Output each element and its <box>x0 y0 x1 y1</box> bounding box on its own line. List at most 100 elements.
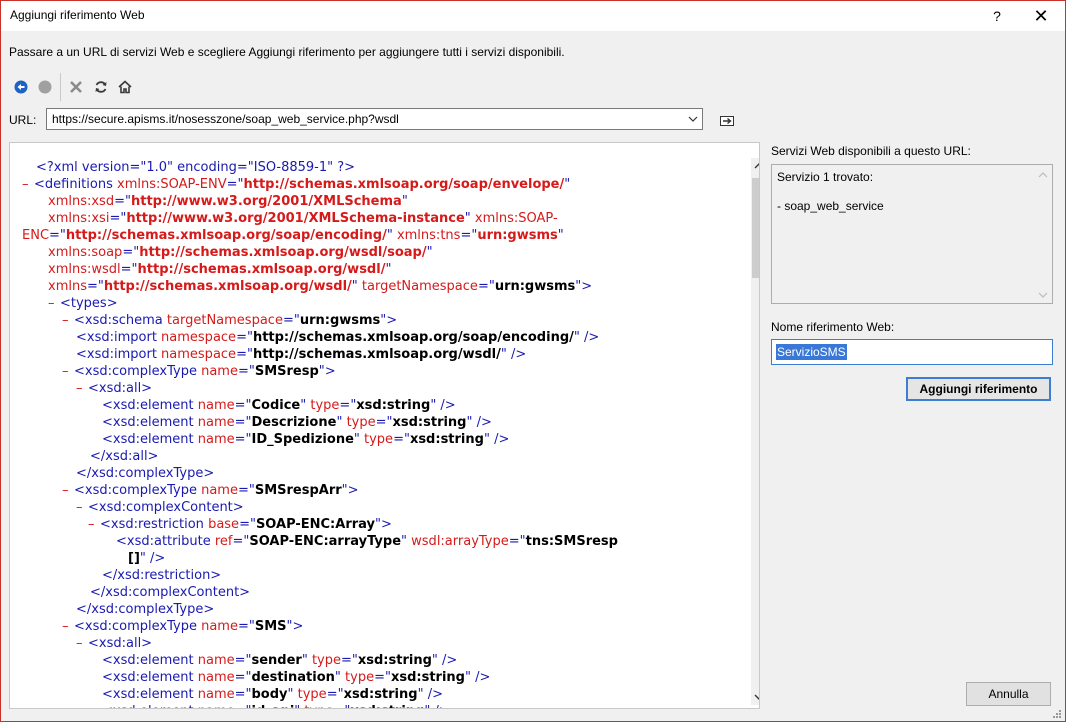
xml-token: type <box>364 432 394 447</box>
collapse-toggle[interactable]: – <box>22 176 34 193</box>
scroll-up-icon[interactable] <box>751 158 759 174</box>
xml-token: xmlns:tns <box>396 228 461 243</box>
collapse-toggle[interactable]: – <box>62 363 74 380</box>
collapse-toggle[interactable]: – <box>62 482 74 499</box>
xml-token: " <box>426 245 433 260</box>
close-button[interactable]: ✕ <box>1021 3 1061 29</box>
scroll-up-icon[interactable] <box>1038 167 1048 181</box>
xml-token: xmlns:SOAP- <box>474 211 558 226</box>
xml-token: </xsd:restriction> <box>102 568 222 583</box>
xml-token: =" <box>333 704 350 708</box>
collapse-toggle[interactable]: – <box>62 312 74 329</box>
xml-line: </xsd:all> <box>10 448 742 465</box>
collapse-toggle[interactable]: – <box>76 635 88 652</box>
xml-token: " /> <box>139 551 166 566</box>
xml-token: http://schemas.xmlsoap.org/soap/envelope… <box>243 177 565 192</box>
chevron-down-icon[interactable] <box>684 109 702 129</box>
xml-line: </xsd:complexType> <box>10 465 742 482</box>
xml-line: – <xsd:schema targetNamespace="urn:gwsms"… <box>10 312 742 329</box>
cancel-button[interactable]: Annulla <box>966 682 1051 706</box>
services-list[interactable]: Servizio 1 trovato: - soap_web_service <box>771 164 1053 304</box>
xml-token: name <box>197 653 235 668</box>
url-label: URL: <box>9 113 37 127</box>
xml-line: <xsd:element name="ID_Spedizione" type="… <box>10 431 742 448</box>
xml-line: </xsd:restriction> <box>10 567 742 584</box>
vertical-scrollbar[interactable] <box>751 158 759 705</box>
collapse-toggle[interactable]: – <box>76 499 88 516</box>
xml-token: " <box>294 704 304 708</box>
collapse-toggle[interactable]: – <box>76 380 88 397</box>
xml-token: <xsd:element <box>102 415 198 430</box>
xml-token: =" <box>508 534 526 549</box>
xml-token: name <box>197 670 235 685</box>
xml-token: =" <box>236 347 253 362</box>
xml-token: xsd:string <box>356 398 431 413</box>
xml-token: =" <box>237 364 255 379</box>
xml-token: =" <box>235 704 252 708</box>
xml-token: =" <box>239 517 256 532</box>
xml-token: " <box>564 177 571 192</box>
xml-token: =" <box>477 279 495 294</box>
url-combobox[interactable]: https://secure.apisms.it/nosesszone/soap… <box>46 108 703 130</box>
xml-token: =" <box>282 313 300 328</box>
services-scrollbar[interactable] <box>1035 165 1052 303</box>
wsdl-preview[interactable]: <?xml version="1.0" encoding="ISO-8859-1… <box>9 142 760 709</box>
xml-token: http://schemas.xmlsoap.org/wsdl/ <box>103 279 352 294</box>
xml-token: xmlns:wsdl <box>48 262 121 277</box>
scroll-down-icon[interactable] <box>751 689 759 705</box>
back-icon[interactable] <box>9 73 33 101</box>
dialog-window: Aggiungi riferimento Web ? ✕ Passare a u… <box>0 0 1066 722</box>
cancel-icon[interactable] <box>64 73 88 101</box>
xml-line: ENC="http://schemas.xmlsoap.org/soap/enc… <box>10 227 742 244</box>
collapse-toggle[interactable]: – <box>48 295 60 312</box>
xml-token: ref <box>214 534 233 549</box>
xml-token: type <box>304 704 333 708</box>
xml-token: "> <box>341 483 359 498</box>
xml-token: " /> <box>417 687 443 702</box>
xml-token: " <box>287 687 298 702</box>
xml-token: </xsd:complexType> <box>76 602 215 617</box>
xml-token: " /> <box>500 347 527 362</box>
reference-name-input[interactable]: ServizioSMS <box>771 339 1053 365</box>
refresh-icon[interactable] <box>89 73 113 101</box>
add-reference-button[interactable]: Aggiungi riferimento <box>906 377 1051 401</box>
scroll-down-icon[interactable] <box>1038 287 1048 301</box>
go-arrow-icon[interactable] <box>717 113 737 129</box>
xml-token: </xsd:all> <box>90 449 159 464</box>
xml-line: xmlns="http://schemas.xmlsoap.org/wsdl/"… <box>10 278 742 295</box>
xml-token: "> <box>575 279 593 294</box>
stop-icon[interactable] <box>33 73 57 101</box>
help-button[interactable]: ? <box>984 3 1010 29</box>
xml-token: =" <box>374 670 391 685</box>
url-input[interactable]: https://secure.apisms.it/nosesszone/soap… <box>52 112 399 126</box>
xml-token: ENC <box>22 228 50 243</box>
xml-line: <xsd:element name="id_api" type="xsd:str… <box>10 703 742 708</box>
xml-token: namespace <box>161 347 237 362</box>
collapse-toggle[interactable]: – <box>62 618 74 635</box>
xml-token: name <box>198 704 235 708</box>
home-icon[interactable] <box>113 73 137 101</box>
xml-token: " /> <box>483 432 510 447</box>
xml-line: <xsd:import namespace="http://schemas.xm… <box>10 329 742 346</box>
xml-token: name <box>197 687 235 702</box>
xml-token: SMSrespArr <box>254 483 342 498</box>
xml-token: SMSresp <box>254 364 319 379</box>
xml-token: body <box>251 687 288 702</box>
xml-token: <xsd:complexType <box>74 364 202 379</box>
xml-token: =" <box>109 211 127 226</box>
xml-token: " <box>557 228 564 243</box>
scrollbar-thumb[interactable] <box>752 178 759 278</box>
xml-token: http://www.w3.org/2001/XMLSchema <box>130 194 402 209</box>
xml-token: " <box>386 228 397 243</box>
xml-token: </xsd:complexContent> <box>90 585 251 600</box>
xml-token: urn:gwsms <box>299 313 381 328</box>
xml-token: " <box>351 279 362 294</box>
resize-grip-icon[interactable] <box>1051 707 1061 718</box>
xml-token: name <box>201 364 238 379</box>
services-found-text: Servizio 1 trovato: <box>777 170 874 184</box>
collapse-toggle[interactable]: – <box>88 516 100 533</box>
xml-line: xmlns:xsd="http://www.w3.org/2001/XMLSch… <box>10 193 742 210</box>
xml-token: id_api <box>251 704 294 708</box>
xml-token: " <box>464 211 475 226</box>
xml-token: <xsd:element <box>102 398 198 413</box>
